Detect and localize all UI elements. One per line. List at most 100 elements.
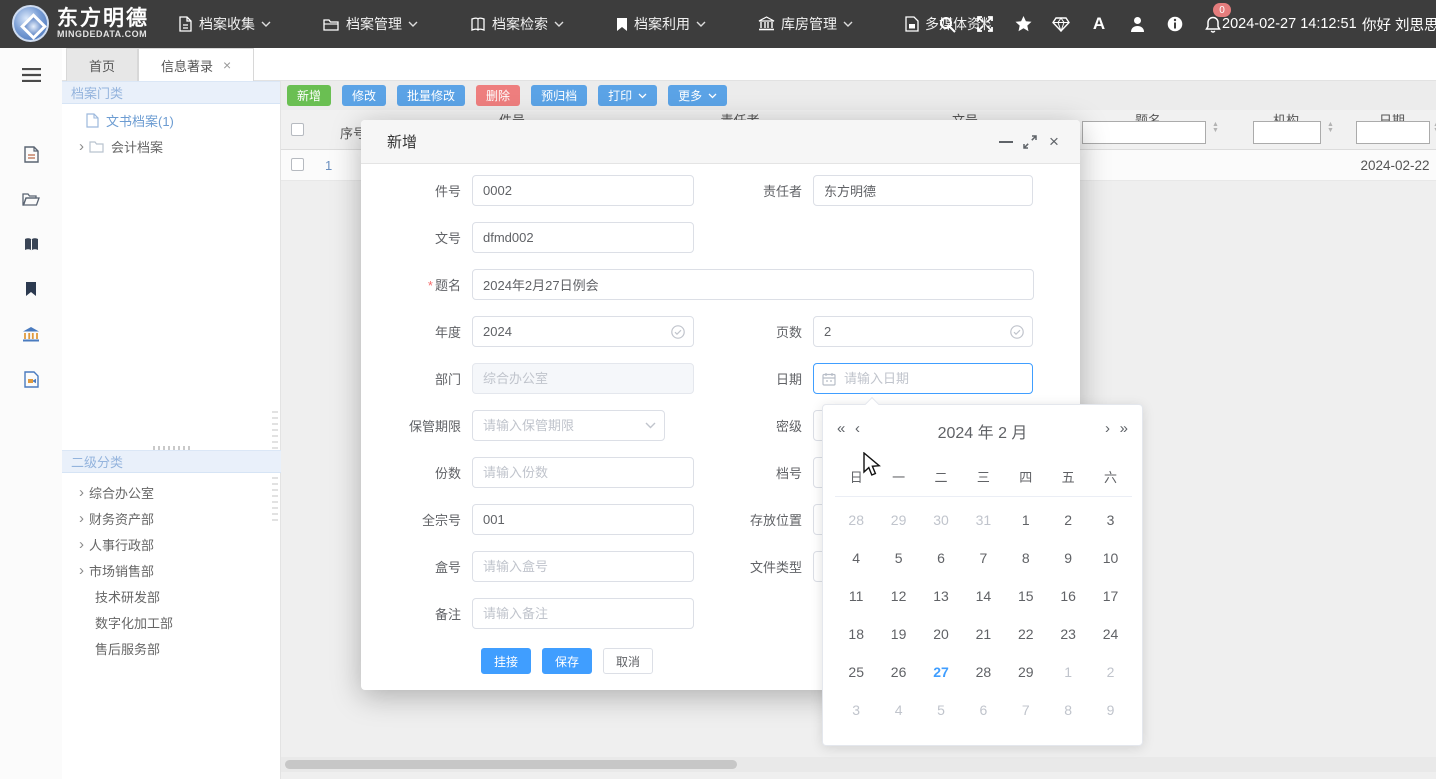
warehouse-room-icon[interactable] (0, 320, 62, 348)
calendar-day[interactable]: 4 (835, 539, 877, 577)
calendar-day[interactable]: 16 (1047, 577, 1089, 615)
calendar-day[interactable]: 15 (1005, 577, 1047, 615)
calendar-day[interactable]: 11 (835, 577, 877, 615)
calendar-day[interactable]: 25 (835, 653, 877, 691)
user-icon[interactable] (1118, 0, 1156, 48)
item-no-input[interactable] (472, 175, 694, 206)
calendar-day[interactable]: 1 (1005, 501, 1047, 539)
sort-control[interactable]: ▲▼ (1327, 122, 1334, 134)
title-input[interactable] (472, 269, 1034, 300)
menu-archive-manage[interactable]: 档案管理 (323, 14, 424, 34)
box-no-input[interactable] (472, 551, 694, 582)
dept-item-tech-rd[interactable]: 技术研发部 (95, 587, 160, 606)
dept-item-after-sales[interactable]: 售后服务部 (95, 639, 160, 658)
pages-input[interactable] (813, 316, 1033, 347)
calendar-day[interactable]: 10 (1089, 539, 1131, 577)
calendar-day[interactable]: 23 (1047, 615, 1089, 653)
copies-input[interactable] (472, 457, 694, 488)
delete-button[interactable]: 删除 (476, 85, 520, 106)
next-month-icon[interactable]: › (1105, 420, 1110, 437)
calendar-day[interactable]: 6 (920, 539, 962, 577)
next-year-icon[interactable]: » (1120, 420, 1128, 437)
calendar-day[interactable]: 20 (920, 615, 962, 653)
fullscreen-icon[interactable] (966, 0, 1004, 48)
collapse-menu-icon[interactable] (0, 61, 62, 89)
calendar-day[interactable]: 13 (920, 577, 962, 615)
calendar-day[interactable]: 19 (877, 615, 919, 653)
tree-item-document-archive[interactable]: 文书档案(1) (86, 111, 174, 130)
fonds-no-input[interactable] (472, 504, 694, 535)
calendar-day[interactable]: 26 (877, 653, 919, 691)
user-greeting[interactable]: 你好 刘思思 (1362, 0, 1436, 48)
link-attach-button[interactable]: 挂接 (481, 648, 531, 674)
dept-item-digitization[interactable]: 数字化加工部 (95, 613, 173, 632)
filter-input-title[interactable] (1082, 121, 1206, 144)
calendar-day[interactable]: 6 (962, 691, 1004, 729)
calendar-day[interactable]: 14 (962, 577, 1004, 615)
add-button[interactable]: 新增 (287, 85, 331, 106)
bookmark-icon[interactable] (0, 275, 62, 303)
calendar-day[interactable]: 4 (877, 691, 919, 729)
calendar-day[interactable]: 9 (1047, 539, 1089, 577)
brand-logo[interactable]: 东方明德 MINGDEDATA.COM (12, 5, 149, 42)
dept-item-marketing-sales[interactable]: ›市场销售部 (79, 561, 154, 580)
calendar-day[interactable]: 9 (1089, 691, 1131, 729)
close-icon[interactable]: × (223, 57, 231, 73)
calendar-day[interactable]: 30 (920, 501, 962, 539)
pre-archive-button[interactable]: 预归档 (531, 85, 587, 106)
date-input[interactable] (813, 363, 1033, 394)
batch-edit-button[interactable]: 批量修改 (397, 85, 465, 106)
calendar-day[interactable]: 28 (835, 501, 877, 539)
tab-info-catalog[interactable]: 信息著录 × (138, 48, 254, 81)
star-icon[interactable] (1004, 0, 1042, 48)
sort-control[interactable]: ▲▼ (1212, 122, 1219, 134)
filter-input-org[interactable] (1253, 121, 1321, 144)
calendar-day[interactable]: 24 (1089, 615, 1131, 653)
calendar-day[interactable]: 5 (920, 691, 962, 729)
menu-archive-search[interactable]: 档案检索 (470, 14, 570, 34)
calendar-day[interactable]: 2 (1047, 501, 1089, 539)
horizontal-scrollbar-thumb[interactable] (285, 760, 737, 769)
calendar-day[interactable]: 27 (920, 653, 962, 691)
calendar-day[interactable]: 12 (877, 577, 919, 615)
calendar-day[interactable]: 7 (1005, 691, 1047, 729)
edit-button[interactable]: 修改 (342, 85, 386, 106)
row-checkbox[interactable] (291, 158, 304, 171)
dept-item-general-office[interactable]: ›综合办公室 (79, 483, 154, 502)
info-icon[interactable] (1156, 0, 1194, 48)
document-file-icon[interactable] (0, 140, 62, 168)
calendar-day[interactable]: 29 (877, 501, 919, 539)
cancel-button[interactable]: 取消 (603, 648, 653, 674)
save-button[interactable]: 保存 (542, 648, 592, 674)
calendar-day[interactable]: 28 (962, 653, 1004, 691)
select-all-checkbox[interactable] (291, 123, 304, 136)
calendar-day[interactable]: 1 (1047, 653, 1089, 691)
close-icon[interactable]: × (1042, 130, 1066, 154)
retention-select[interactable] (472, 410, 665, 441)
tab-home[interactable]: 首页 (66, 48, 138, 81)
menu-warehouse-manage[interactable]: 库房管理 (758, 14, 859, 34)
dept-item-hr-admin[interactable]: ›人事行政部 (79, 535, 154, 554)
remark-input[interactable] (472, 598, 694, 629)
modal-header[interactable]: 新增 × (361, 120, 1080, 164)
calendar-day[interactable]: 7 (962, 539, 1004, 577)
more-button[interactable]: 更多 (668, 85, 727, 106)
calendar-day[interactable]: 22 (1005, 615, 1047, 653)
filter-input-date[interactable] (1356, 121, 1430, 144)
multimedia-archive-icon[interactable] (0, 365, 62, 393)
minimize-icon[interactable] (994, 130, 1018, 154)
calendar-day[interactable]: 29 (1005, 653, 1047, 691)
doc-no-input[interactable] (472, 222, 694, 253)
tree-item-accounting-archive[interactable]: › 会计档案 (79, 137, 163, 156)
gem-icon[interactable] (1042, 0, 1080, 48)
calendar-day[interactable]: 5 (877, 539, 919, 577)
folder-open-icon[interactable] (0, 185, 62, 213)
calendar-day[interactable]: 8 (1005, 539, 1047, 577)
font-size-icon[interactable]: A (1080, 0, 1118, 48)
calendar-day[interactable]: 31 (962, 501, 1004, 539)
calendar-day[interactable]: 18 (835, 615, 877, 653)
department-input[interactable] (472, 363, 694, 394)
maximize-icon[interactable] (1018, 130, 1042, 154)
book-icon[interactable] (0, 230, 62, 258)
calendar-day[interactable]: 17 (1089, 577, 1131, 615)
